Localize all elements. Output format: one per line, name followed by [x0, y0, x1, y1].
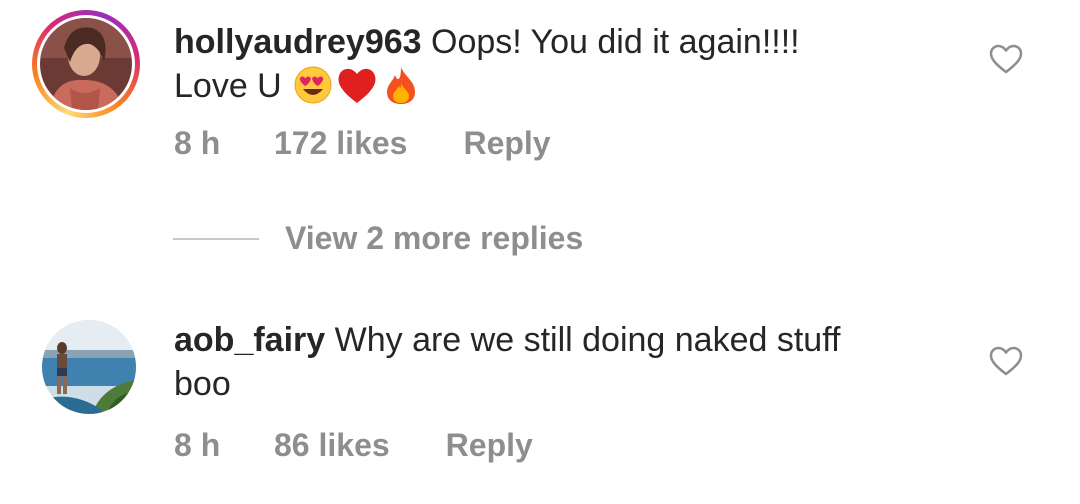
avatar	[40, 18, 132, 110]
username-link[interactable]: aob_fairy	[174, 321, 325, 359]
avatar	[42, 320, 136, 414]
comment-item: aob_fairy Why are we still doing naked s…	[0, 300, 1080, 504]
red-heart-emoji	[335, 65, 379, 105]
comment-text-line2: Love U	[174, 67, 292, 105]
likes-count[interactable]: 86 likes	[274, 427, 390, 464]
reply-button[interactable]: Reply	[446, 427, 533, 464]
like-button[interactable]	[989, 346, 1023, 376]
comment-item: hollyaudrey963 Oops! You did it again!!!…	[0, 0, 1080, 200]
fire-emoji	[383, 65, 419, 105]
comment-body: aob_fairy Why are we still doing naked s…	[174, 318, 964, 406]
avatar-button[interactable]	[42, 320, 136, 414]
story-ring	[32, 10, 140, 118]
reply-button[interactable]: Reply	[463, 125, 550, 162]
comment-meta: 8 h 86 likes Reply	[174, 427, 533, 464]
view-more-replies-button[interactable]: View 2 more replies	[173, 220, 583, 257]
comment-body: hollyaudrey963 Oops! You did it again!!!…	[174, 20, 964, 108]
heart-outline-icon	[989, 44, 1023, 74]
timestamp: 8 h	[174, 125, 221, 161]
comment-text: Why are we still doing naked stuff	[325, 321, 841, 359]
heart-outline-icon	[989, 346, 1023, 376]
comment-meta: 8 h 172 likes Reply	[174, 125, 551, 162]
like-button[interactable]	[989, 44, 1023, 74]
comment-text-line2: boo	[174, 365, 231, 403]
heart-eyes-emoji	[293, 65, 333, 105]
likes-count[interactable]: 172 likes	[274, 125, 407, 162]
comment-text: Oops! You did it again!!!!	[421, 23, 800, 61]
view-more-replies-label: View 2 more replies	[285, 220, 584, 256]
divider-line	[173, 237, 259, 240]
username-link[interactable]: hollyaudrey963	[174, 23, 422, 61]
timestamp: 8 h	[174, 427, 221, 463]
avatar-button[interactable]	[32, 10, 140, 118]
